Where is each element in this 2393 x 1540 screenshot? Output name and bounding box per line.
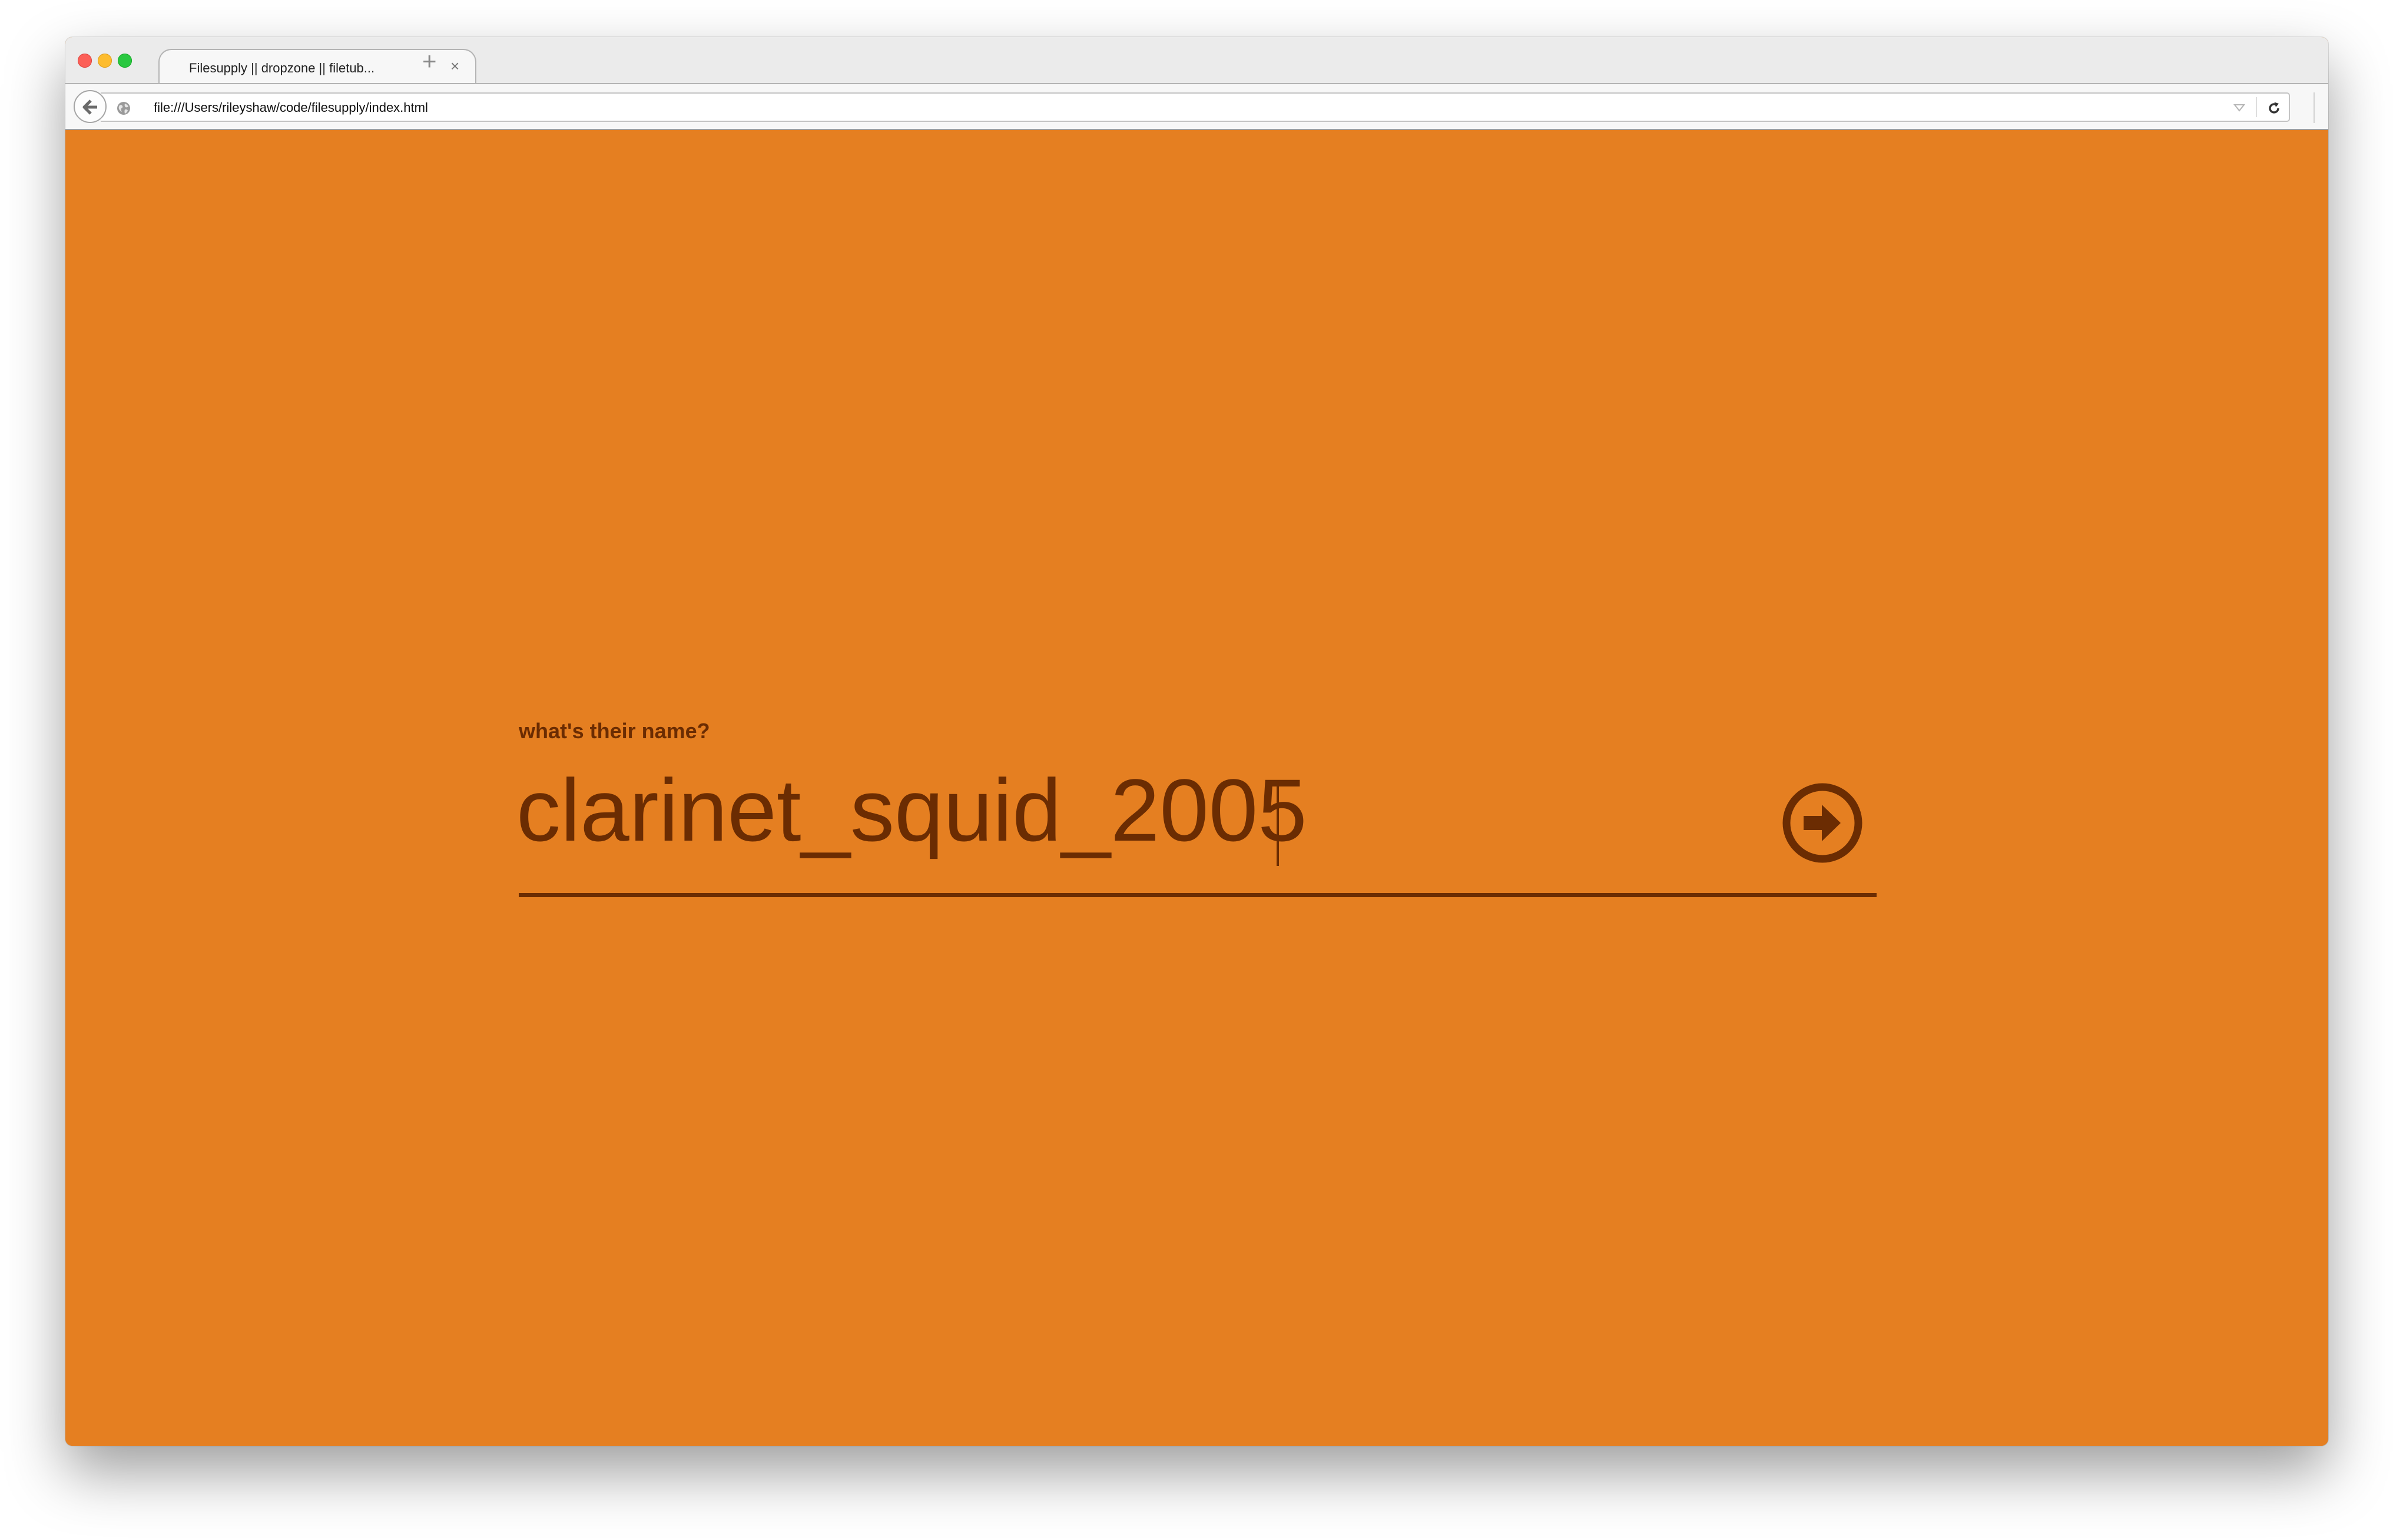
back-button[interactable] bbox=[74, 90, 107, 123]
maximize-window-button[interactable] bbox=[118, 54, 132, 68]
page-content: what's their name? bbox=[65, 130, 2328, 1446]
name-input[interactable] bbox=[516, 760, 1676, 860]
text-caret bbox=[1277, 782, 1279, 866]
arrow-right-circle-icon bbox=[1782, 783, 1862, 863]
submit-button[interactable] bbox=[1782, 782, 1863, 864]
tab-title: Filesupply || dropzone || filetub... bbox=[189, 61, 375, 75]
globe-icon bbox=[116, 101, 131, 119]
url-text[interactable]: file:///Users/rileyshaw/code/filesupply/… bbox=[154, 100, 428, 115]
address-bar[interactable]: file:///Users/rileyshaw/code/filesupply/… bbox=[101, 92, 2290, 122]
url-separator bbox=[2256, 97, 2257, 117]
new-tab-button[interactable]: + bbox=[422, 49, 437, 74]
title-bar: Filesupply || dropzone || filetub... × + bbox=[65, 37, 2328, 83]
name-prompt-label: what's their name? bbox=[519, 719, 710, 743]
browser-window: Filesupply || dropzone || filetub... × +… bbox=[65, 37, 2328, 1446]
tab-close-icon[interactable]: × bbox=[450, 58, 459, 74]
close-window-button[interactable] bbox=[78, 54, 92, 68]
minimize-window-button[interactable] bbox=[98, 54, 112, 68]
input-underline bbox=[519, 893, 1877, 897]
back-arrow-icon bbox=[82, 99, 97, 115]
navigation-bar: file:///Users/rileyshaw/code/filesupply/… bbox=[65, 83, 2328, 130]
toolbar-separator bbox=[2314, 92, 2315, 123]
dropdown-marker-icon[interactable] bbox=[2233, 104, 2246, 115]
reload-icon[interactable] bbox=[2266, 101, 2282, 119]
